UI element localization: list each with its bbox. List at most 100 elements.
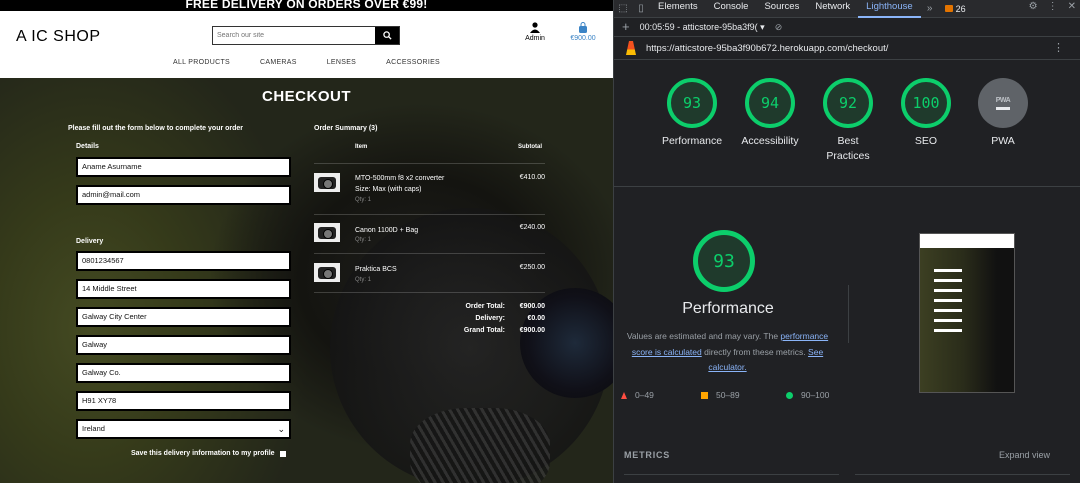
main-nav: ALL PRODUCTS CAMERAS LENSES ACCESSORIES [0,59,613,66]
item-image [314,263,340,282]
tab-network[interactable]: Network [807,0,858,18]
gauge-label: PWA [991,135,1015,147]
nav-lenses[interactable]: LENSES [312,59,371,66]
legend-fail: 0–49 [621,390,654,400]
inspect-icon[interactable]: ⬚ [614,2,632,15]
fail-triangle-icon [621,391,627,399]
delivery-cost-label: Delivery: [475,315,505,322]
lighthouse-logo-icon [626,41,636,55]
order-total-label: Order Total: [465,303,505,310]
town-field[interactable]: Galway [76,335,291,355]
gauge-performance[interactable]: 93 Performance [657,78,727,149]
new-report-icon[interactable]: + [622,20,630,33]
lighthouse-toolbar: + 00:05:59 - atticstore-95ba3f9( ▾ ⊘ [614,18,1080,37]
delivery-cost-row: Delivery: €0.00 [400,315,545,322]
performance-title: Performance [682,300,774,317]
order-total-row: Order Total: €900.00 [400,303,545,310]
item-price: €250.00 [519,264,545,271]
issues-badge[interactable]: 26 [939,4,972,14]
kebab-menu-icon[interactable]: ⋮ [1048,0,1058,13]
item-name[interactable]: Canon 1100D + Bag [355,225,418,236]
street-address1-field[interactable]: 14 Middle Street [76,279,291,299]
item-qty: Qty: 1 [355,237,372,243]
nav-all-products[interactable]: ALL PRODUCTS [158,59,245,66]
gauge-accessibility[interactable]: 94 Accessibility [735,78,805,149]
bag-total: €900.00 [570,35,596,42]
expand-view-toggle[interactable]: Expand view [999,450,1050,460]
gauge-seo[interactable]: 100 SEO [891,78,961,149]
gear-icon[interactable]: ⚙ [1029,0,1038,13]
devtools-window-controls: ⚙ ⋮ ✕ [1029,0,1076,13]
checkout-section: CHECKOUT Please fill out the form below … [0,78,613,483]
account-label: Admin [525,35,545,42]
item-name[interactable]: Praktica BCS [355,264,397,275]
score-ring: 93 [667,78,717,128]
legend-pass: 90–100 [786,390,829,400]
delivery-cost-value: €0.00 [527,315,545,322]
order-summary-title: Order Summary (3) [314,125,378,132]
tab-console[interactable]: Console [706,0,757,18]
gauge-label: Performance [661,135,723,147]
average-square-icon [701,391,708,399]
grand-total-label: Grand Total: [463,327,505,334]
country-select[interactable]: Ireland ⌄ [76,419,291,439]
report-selector[interactable]: 00:05:59 - atticstore-95ba3f9( ▾ [640,22,765,33]
divider [848,285,849,343]
save-info-checkbox[interactable] [279,450,286,457]
save-info-label: Save this delivery information to my pro… [131,450,275,457]
gauge-label: Best Practices [826,135,870,162]
nav-accessories[interactable]: ACCESSORIES [371,59,455,66]
report-url[interactable]: https://atticstore-95ba3f90b672.herokuap… [646,43,888,54]
search-bar [212,26,400,45]
user-icon [530,22,540,33]
postcode-field[interactable]: H91 XY78 [76,391,291,411]
shop-logo[interactable]: A IC SHOP [16,28,101,46]
form-instructions: Please fill out the form below to comple… [68,125,244,132]
clear-icon[interactable]: ⊘ [775,22,783,33]
device-toggle-icon[interactable]: ▯ [632,2,650,15]
tab-sources[interactable]: Sources [756,0,807,18]
score-ring: 92 [823,78,873,128]
item-name[interactable]: MTO-500mm f8 x2 converter Size: Max (wit… [355,173,444,195]
report-url-bar: https://atticstore-95ba3f90b672.herokuap… [614,37,1080,60]
gauge-best-practices[interactable]: 92 Best Practices [813,78,883,164]
gauge-label: SEO [914,135,938,147]
report-menu-icon[interactable]: ⋮ [1053,41,1064,54]
email-field[interactable]: admin@mail.com [76,185,291,205]
col-item-header: Item [355,144,368,150]
chevron-down-icon: ⌄ [277,424,285,434]
account-menu[interactable]: Admin [520,22,550,42]
divider [624,474,839,475]
grand-total-value: €900.00 [519,327,545,334]
gauge-label: Accessibility [741,135,799,147]
shopping-bag[interactable]: €900.00 [565,22,601,42]
tab-lighthouse[interactable]: Lighthouse [858,0,921,18]
shop-header: A IC SHOP Admin €900.00 ALL PRODUCTS CAM… [0,11,613,78]
item-price: €240.00 [519,224,545,231]
divider [314,163,545,164]
item-price: €410.00 [519,174,545,181]
final-screenshot-thumbnail[interactable] [919,233,1015,393]
county-field[interactable]: Galway Co. [76,363,291,383]
nav-cameras[interactable]: CAMERAS [245,59,312,66]
save-info-row[interactable]: Save this delivery information to my pro… [131,450,286,457]
delivery-banner: FREE DELIVERY ON ORDERS OVER €99! [0,0,613,11]
performance-score-gauge: 93 [693,230,755,292]
gauge-pwa[interactable]: PWA PWA [968,78,1038,149]
background-focus-ring [410,408,550,483]
metrics-heading: METRICS [624,450,671,460]
item-qty: Qty: 1 [355,197,372,203]
details-heading: Details [76,143,99,150]
more-tabs-icon[interactable]: » [921,2,939,15]
search-input[interactable] [213,27,375,44]
search-button[interactable] [375,27,399,44]
close-icon[interactable]: ✕ [1068,0,1076,13]
legend-average: 50–89 [701,390,740,400]
item-image [314,223,340,242]
search-icon [382,31,392,40]
street-address2-field[interactable]: Galway City Center [76,307,291,327]
full-name-field[interactable]: Aname Asurname [76,157,291,177]
score-ring: 100 [901,78,951,128]
phone-field[interactable]: 0801234567 [76,251,291,271]
tab-elements[interactable]: Elements [650,0,706,18]
